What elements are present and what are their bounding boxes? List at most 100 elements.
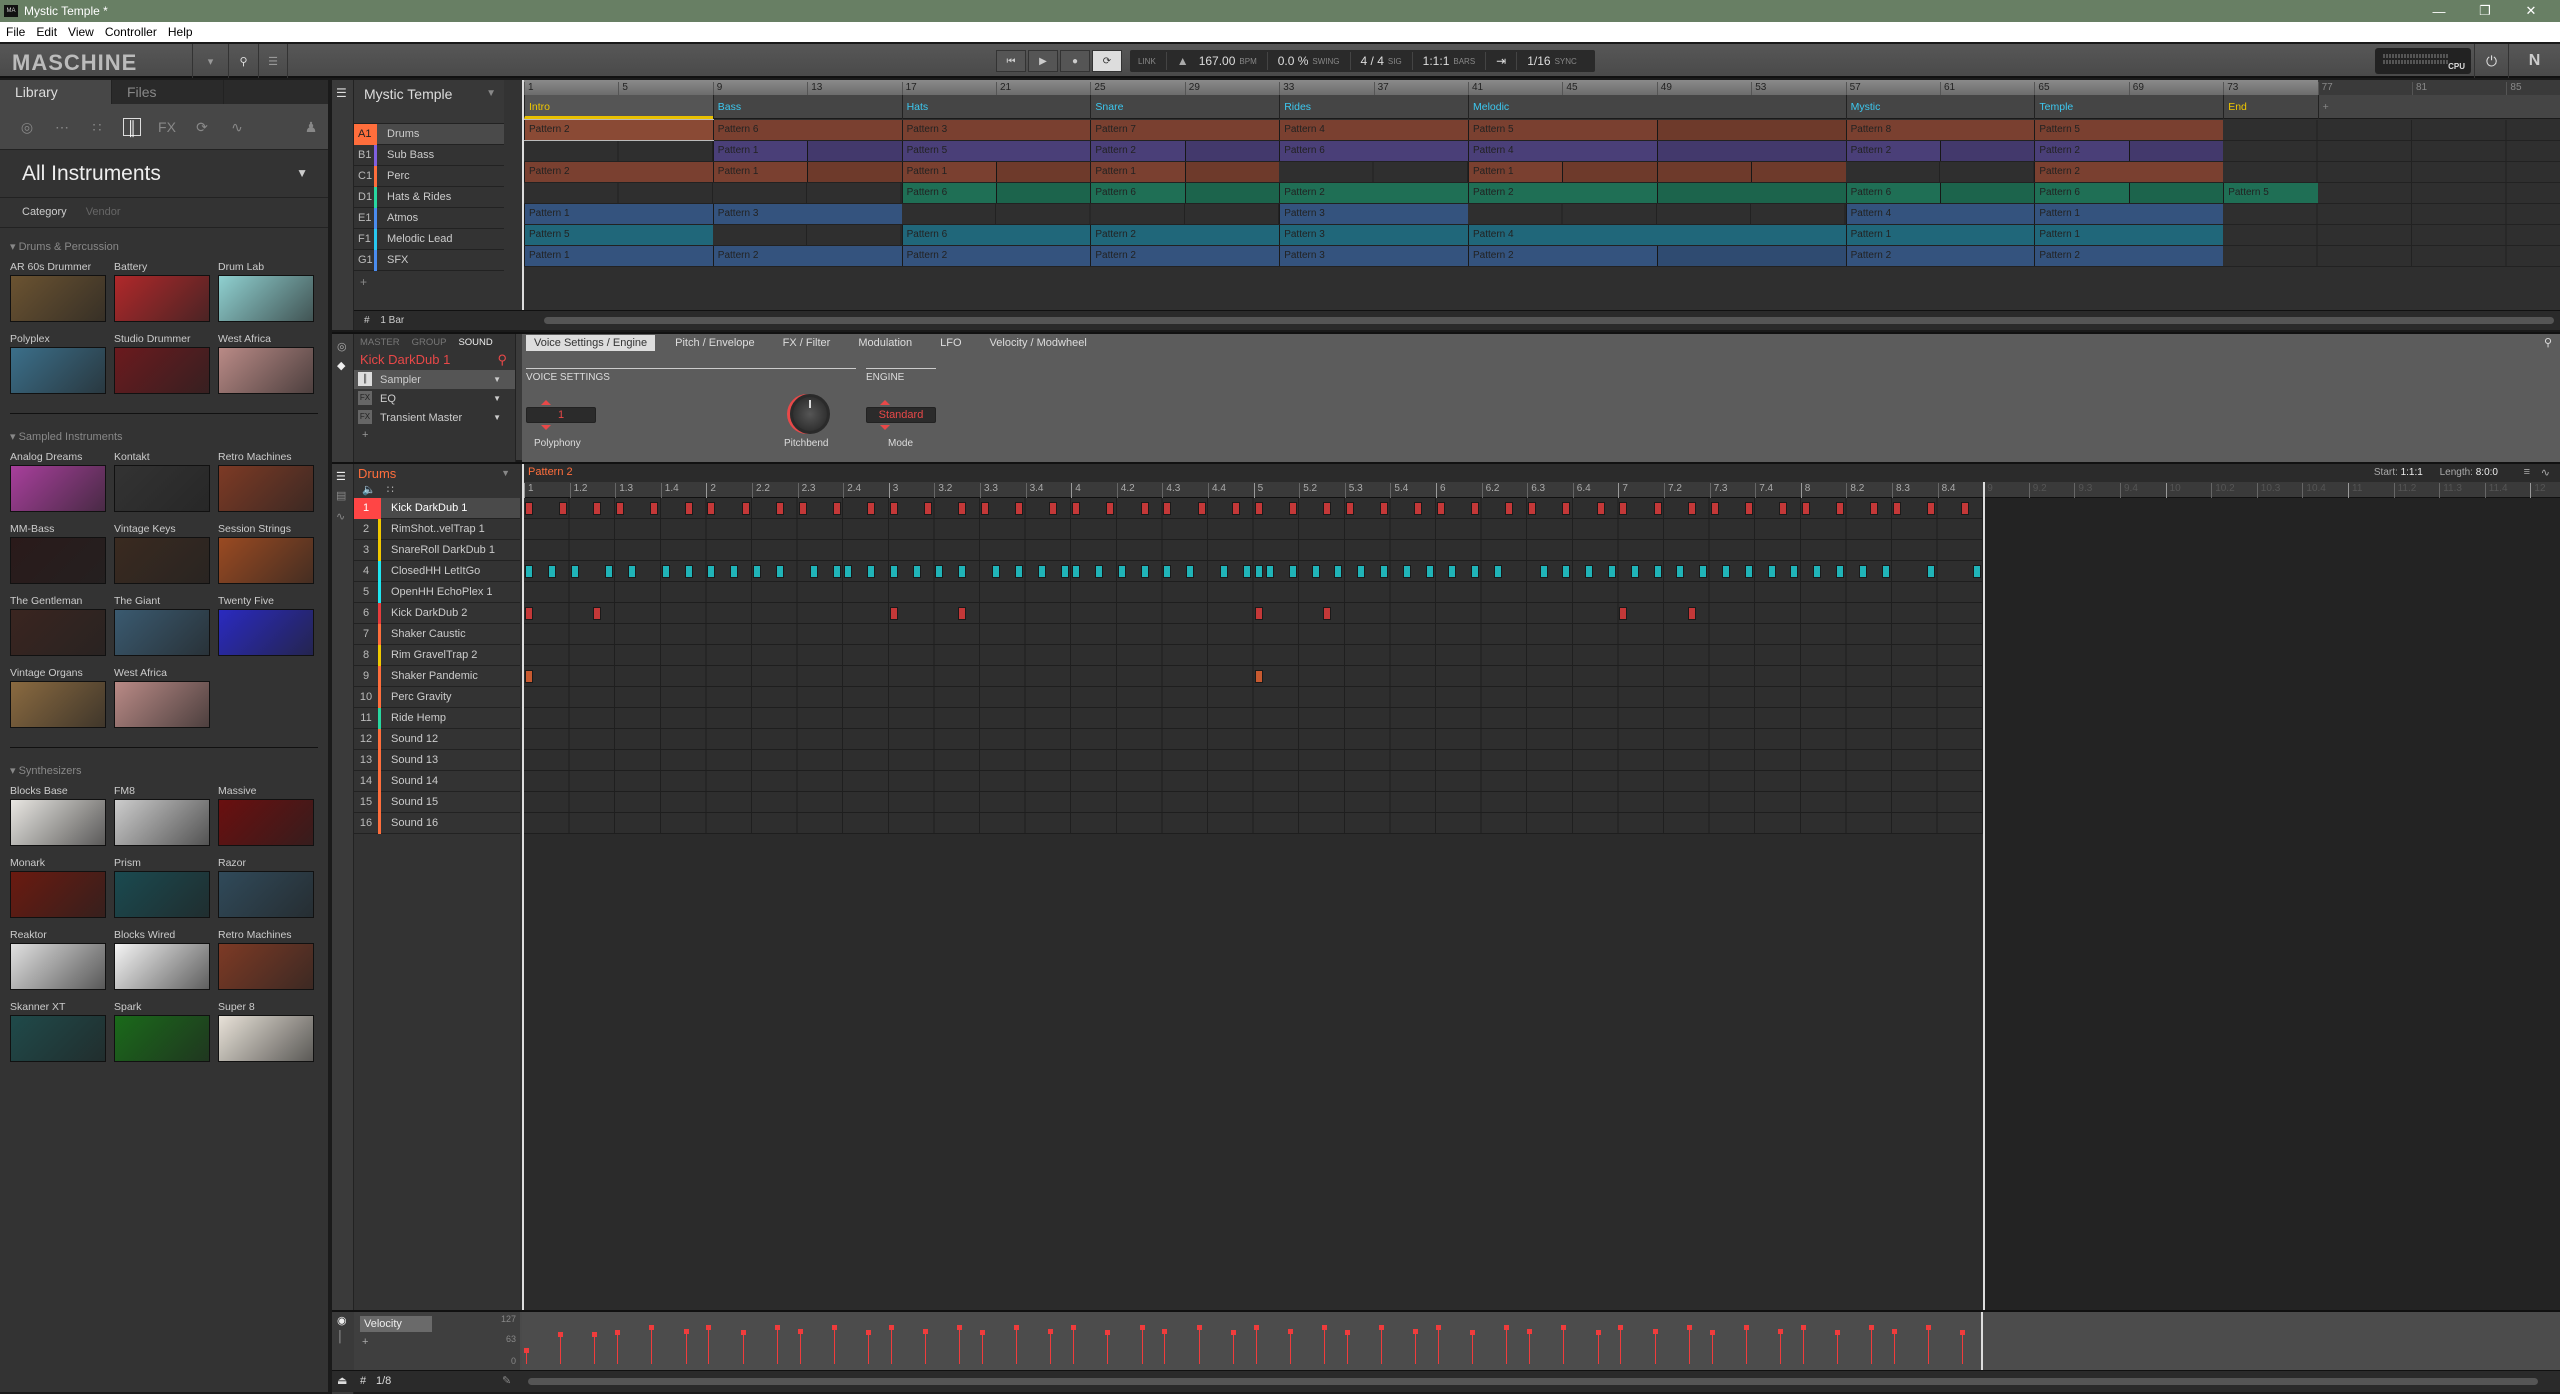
note[interactable] (707, 565, 716, 578)
add-group-button[interactable]: + (354, 271, 504, 292)
clip[interactable] (1940, 141, 2035, 161)
velocity-handle[interactable] (1105, 1330, 1111, 1335)
sound-row[interactable]: 10 Perc Gravity (354, 686, 520, 708)
section-title[interactable]: ▾ Synthesizers (10, 764, 318, 777)
param-page-tab[interactable]: Voice Settings / Engine (526, 335, 656, 351)
note[interactable] (1072, 565, 1081, 578)
sound-row[interactable]: 9 Shaker Pandemic (354, 665, 520, 687)
instrument-tile[interactable]: Vintage Organs (10, 667, 106, 739)
vendor-tab[interactable]: Vendor (86, 206, 121, 218)
eject-icon[interactable]: ⏏ (337, 1374, 347, 1387)
polyphony-down-icon[interactable] (541, 425, 551, 430)
menu-view[interactable]: View (68, 25, 94, 39)
clip[interactable]: Pattern 3 (712, 204, 902, 224)
clip[interactable]: Pattern 2 (1090, 246, 1280, 266)
note[interactable] (707, 502, 716, 515)
note[interactable] (1402, 565, 1411, 578)
note[interactable] (1254, 670, 1263, 683)
note[interactable] (1254, 607, 1263, 620)
clip[interactable]: Pattern 2 (2034, 162, 2224, 182)
clip[interactable]: Pattern 3 (1279, 204, 1468, 224)
scene-melodic[interactable]: Melodic (1468, 95, 1846, 119)
search-icon[interactable]: ⚲ (497, 352, 507, 368)
note[interactable] (935, 565, 944, 578)
note[interactable] (1744, 502, 1753, 515)
menu-file[interactable]: File (6, 25, 25, 39)
note[interactable] (1972, 565, 1981, 578)
group-title[interactable]: Drums ▼ (354, 464, 520, 482)
instrument-tile[interactable]: FM8 (114, 785, 210, 857)
clip[interactable]: Pattern 2 (712, 246, 902, 266)
note[interactable] (1140, 502, 1149, 515)
mode-up-icon[interactable] (880, 400, 890, 405)
rewind-button[interactable]: ⏮ (996, 50, 1026, 72)
chevron-down-icon[interactable]: ▼ (493, 375, 501, 384)
velocity-handle[interactable] (1743, 1325, 1749, 1330)
instrument-tile[interactable]: West Africa (218, 333, 314, 405)
clip[interactable] (996, 162, 1091, 182)
velocity-handle[interactable] (923, 1329, 928, 1334)
waveform-icon[interactable]: ∿ (2541, 466, 2550, 479)
note[interactable] (741, 502, 750, 515)
note[interactable] (1619, 502, 1628, 515)
instruments-icon[interactable]: ║ (123, 117, 141, 136)
note[interactable] (1288, 565, 1297, 578)
clip[interactable]: Pattern 8 (1845, 120, 2035, 140)
note[interactable] (1060, 565, 1069, 578)
signature-value[interactable]: 4 / 4 (1361, 54, 1384, 68)
add-scene-button[interactable]: + (2317, 95, 2333, 119)
velocity-handle[interactable] (866, 1330, 871, 1335)
clip[interactable]: Pattern 5 (524, 225, 713, 245)
velocity-handle[interactable] (1470, 1330, 1476, 1335)
clip[interactable]: Pattern 6 (901, 225, 1091, 245)
note[interactable] (1653, 565, 1662, 578)
velocity-param-button[interactable]: Velocity (360, 1316, 432, 1332)
sound-row[interactable]: 11 Ride Hemp (354, 707, 520, 729)
note[interactable] (730, 565, 739, 578)
note[interactable] (1893, 502, 1901, 515)
velocity-handle[interactable] (615, 1330, 621, 1335)
maximize-button[interactable]: ❐ (2462, 0, 2508, 22)
param-page-tab[interactable]: Velocity / Modwheel (982, 335, 1095, 351)
note[interactable] (1186, 565, 1195, 578)
note[interactable] (1095, 565, 1103, 578)
note[interactable] (1220, 565, 1229, 578)
note[interactable] (1288, 502, 1297, 515)
section-title[interactable]: ▾ Sampled Instruments (10, 430, 318, 443)
scene-snare[interactable]: Snare (1090, 95, 1279, 119)
start-value[interactable]: 1:1:1 (2401, 467, 2423, 478)
step-grid-label[interactable]: 1/8 (376, 1375, 391, 1387)
velocity-handle[interactable] (1504, 1325, 1510, 1330)
velocity-handle[interactable] (1162, 1329, 1168, 1334)
velocity-handle[interactable] (1709, 1330, 1715, 1335)
clip[interactable] (2128, 141, 2224, 161)
scene-temple[interactable]: Temple (2034, 95, 2223, 119)
instrument-type-select[interactable]: All Instruments ▼ (0, 150, 328, 198)
note[interactable] (1311, 565, 1320, 578)
note[interactable] (1380, 502, 1388, 515)
velocity-handle[interactable] (1287, 1329, 1293, 1334)
sound-row[interactable]: 2 RimShot..velTrap 1 (354, 518, 520, 540)
instrument-tile[interactable]: Polyplex (10, 333, 106, 405)
instrument-tile[interactable]: Skanner XT (10, 1001, 106, 1073)
note[interactable] (684, 502, 693, 515)
note[interactable] (1357, 565, 1366, 578)
clip[interactable] (1751, 162, 1846, 182)
instrument-tile[interactable]: Kontakt (114, 451, 210, 523)
velocity-handle[interactable] (1253, 1325, 1259, 1330)
clip[interactable]: Pattern 2 (1090, 225, 1280, 245)
note[interactable] (1505, 502, 1514, 515)
instrument-tile[interactable]: Retro Machines (218, 929, 314, 1001)
instrument-tile[interactable]: Session Strings (218, 523, 314, 595)
group-row-c1[interactable]: C1 Perc (354, 165, 504, 187)
note[interactable] (570, 565, 579, 578)
metronome-icon[interactable]: ▲ (1177, 54, 1189, 68)
note[interactable] (1790, 565, 1799, 578)
tab-library[interactable]: Library (0, 80, 112, 104)
grid-icon[interactable]: # (360, 1375, 366, 1387)
note[interactable] (604, 565, 613, 578)
note[interactable] (1744, 565, 1753, 578)
instrument-tile[interactable]: Drum Lab (218, 261, 314, 333)
add-lane-button[interactable]: + (362, 1336, 368, 1348)
note[interactable] (1254, 565, 1263, 578)
